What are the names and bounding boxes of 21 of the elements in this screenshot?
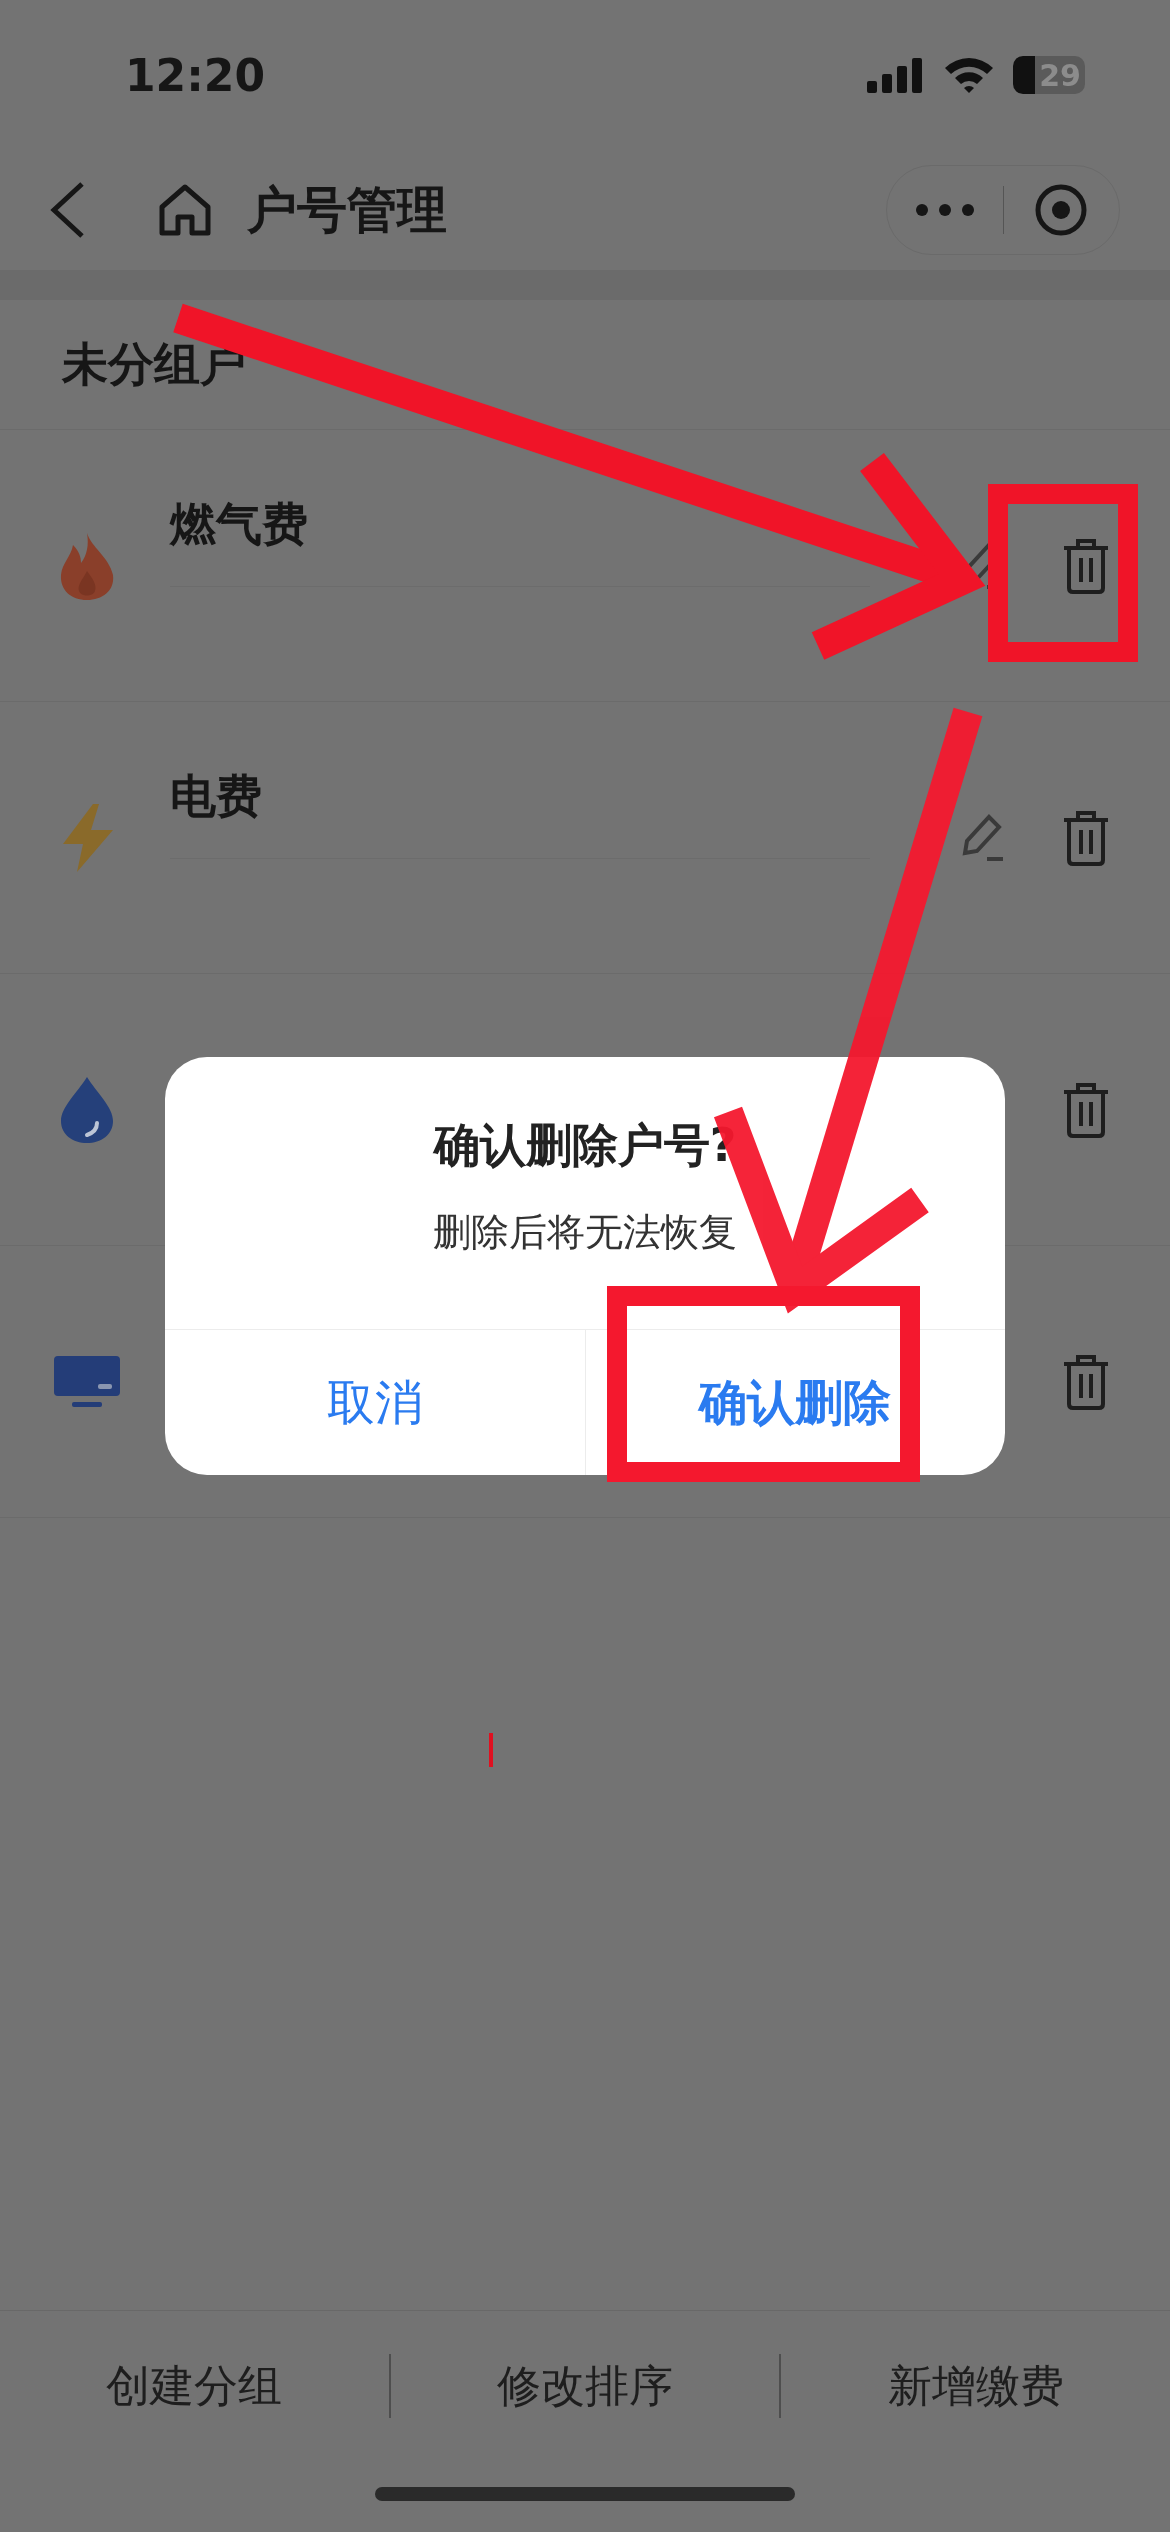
status-time: 12:20 [125,49,267,101]
account-name[interactable]: 燃气费 [170,494,870,587]
close-target-icon[interactable] [1034,183,1089,237]
toolbar-button[interactable]: 创建分组 [0,2355,389,2417]
annotation-mark [489,1733,493,1767]
toolbar-button[interactable]: 新增缴费 [781,2355,1170,2417]
trash-icon[interactable] [1062,1081,1110,1138]
back-icon[interactable] [50,182,86,238]
account-name[interactable]: 电费 [170,766,870,859]
trash-icon[interactable] [1062,809,1110,866]
wifi-icon [943,56,995,94]
signal-icon [867,57,925,93]
home-icon[interactable] [158,183,212,237]
trash-icon[interactable] [1062,1353,1110,1410]
cancel-button[interactable]: 取消 [165,1330,585,1475]
trash-icon[interactable] [1062,537,1110,594]
toolbar-button[interactable]: 修改排序 [390,2355,780,2417]
dialog-message: 删除后将无法恢复 [432,1209,738,1256]
more-icon[interactable] [914,203,975,217]
page-title: 户号管理 [247,179,448,241]
confirm-button[interactable]: 确认删除 [584,1330,1005,1475]
